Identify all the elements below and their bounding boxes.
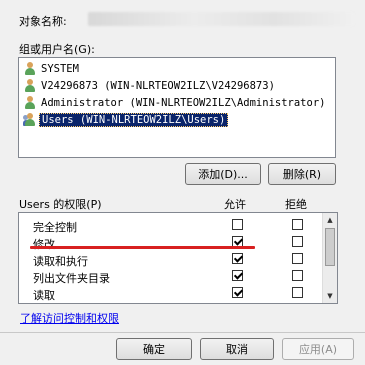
user-item-label: Administrator (WIN-NLRTEOW2ILZ\Administr… [41,96,326,109]
deny-column-header: 拒绝 [285,198,307,211]
permissions-table: 完全控制 修改 读取和执行 列出文件夹目录 读取 ▲ ▼ [18,212,338,304]
ok-button[interactable]: 确定 [116,338,192,360]
object-name-value-blurred [88,12,354,26]
add-button[interactable]: 添加(D)... [185,163,261,185]
user-item-administrator[interactable]: Administrator (WIN-NLRTEOW2ILZ\Administr… [21,94,333,111]
permissions-title: Users 的权限(P) [19,198,102,211]
user-icon [23,78,37,93]
permission-name: 读取 [33,289,55,302]
permission-row-list-folder: 列出文件夹目录 [19,268,319,285]
allow-checkbox[interactable] [232,253,243,264]
user-item-v24296873[interactable]: V24296873 (WIN-NLRTEOW2ILZ\V24296873) [21,77,333,94]
permission-name: 完全控制 [33,221,77,234]
footer-divider [0,332,365,333]
permission-row-full-control: 完全控制 [19,217,319,234]
group-or-user-label: 组或用户名(G): [19,43,95,56]
deny-checkbox[interactable] [292,270,303,281]
deny-checkbox[interactable] [292,287,303,298]
allow-checkbox[interactable] [232,287,243,298]
remove-button[interactable]: 删除(R) [268,163,336,185]
scroll-thumb[interactable] [325,228,335,266]
user-item-label: Users (WIN-NLRTEOW2ILZ\Users) [39,112,229,127]
permission-name: 修改 [33,238,55,251]
user-item-label: V24296873 (WIN-NLRTEOW2ILZ\V24296873) [41,79,275,92]
user-list[interactable]: SYSTEM V24296873 (WIN-NLRTEOW2ILZ\V24296… [18,57,336,158]
user-item-users[interactable]: Users (WIN-NLRTEOW2ILZ\Users) [21,111,333,128]
permissions-scrollbar[interactable]: ▲ ▼ [322,213,337,303]
red-annotation-line [30,246,255,249]
deny-checkbox[interactable] [292,253,303,264]
object-name-label: 对象名称: [19,15,67,28]
permission-row-read: 读取 [19,285,319,302]
permission-name: 读取和执行 [33,255,88,268]
group-icon [23,112,37,127]
apply-button[interactable]: 应用(A) [282,338,354,360]
allow-column-header: 允许 [224,198,246,211]
deny-checkbox[interactable] [292,219,303,230]
user-icon [23,61,37,76]
cancel-button[interactable]: 取消 [200,338,274,360]
user-icon [23,95,37,110]
user-item-label: SYSTEM [41,62,79,75]
permission-row-read-execute: 读取和执行 [19,251,319,268]
learn-access-control-link[interactable]: 了解访问控制和权限 [20,310,119,326]
user-item-system[interactable]: SYSTEM [21,60,333,77]
scroll-down-arrow-icon[interactable]: ▼ [323,289,337,303]
allow-checkbox[interactable] [232,270,243,281]
scroll-up-arrow-icon[interactable]: ▲ [323,213,337,227]
permission-name: 列出文件夹目录 [33,272,110,285]
deny-checkbox[interactable] [292,236,303,247]
allow-checkbox[interactable] [232,219,243,230]
